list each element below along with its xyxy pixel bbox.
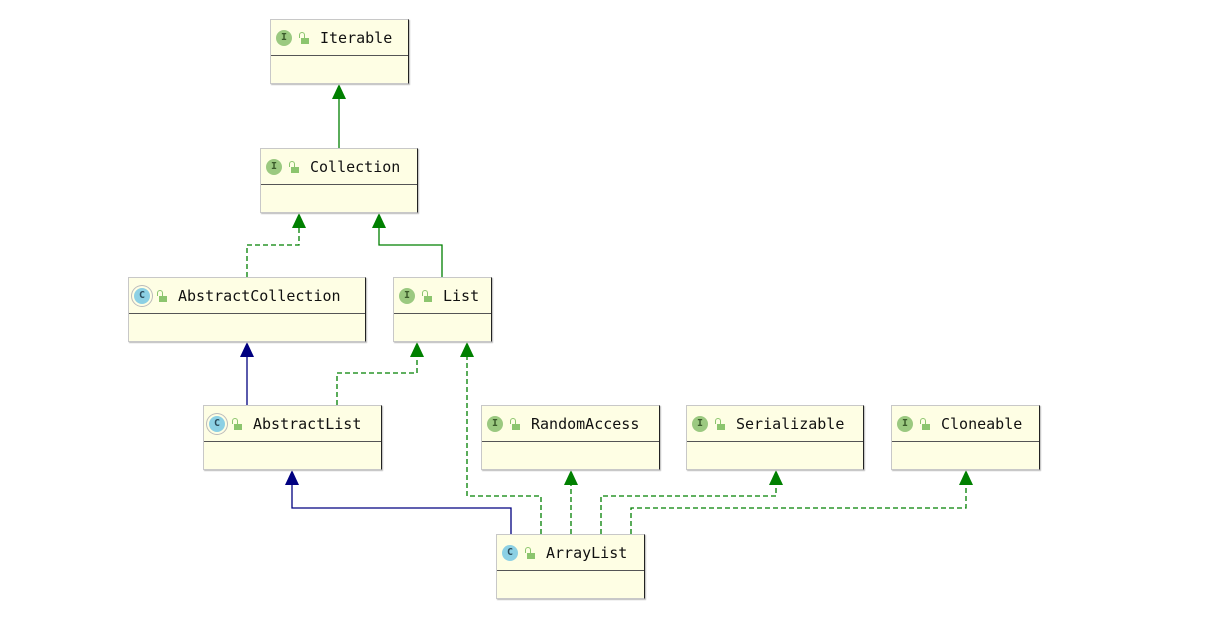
arrowhead-icon <box>372 213 386 228</box>
edge-abstractcollection-to-collection <box>246 213 306 277</box>
node-collection[interactable]: I Collection <box>260 148 418 213</box>
edge-abstractlist-to-list <box>336 342 424 405</box>
arrowhead-icon <box>769 470 783 485</box>
node-header: I List <box>394 278 491 314</box>
edge-list-to-collection <box>372 213 443 277</box>
node-abstractcollection[interactable]: C AbstractCollection <box>128 277 366 342</box>
node-abstractlist[interactable]: C AbstractList <box>203 405 382 470</box>
node-serializable[interactable]: I Serializable <box>686 405 864 470</box>
edge-line <box>246 227 300 277</box>
arrowhead-icon <box>410 342 424 357</box>
interface-icon: I <box>266 158 282 175</box>
edge-line <box>378 227 443 277</box>
public-lock-icon <box>298 31 310 44</box>
node-label: Cloneable <box>941 414 1023 433</box>
edge-arraylist-to-abstractlist <box>285 470 512 534</box>
edge-collection-to-iterable <box>332 84 346 148</box>
public-lock-icon <box>288 160 300 173</box>
node-label: AbstractList <box>253 414 362 433</box>
edge-abstractlist-to-abstractcollection <box>240 342 254 405</box>
public-lock-icon <box>509 417 521 430</box>
node-label: ArrayList <box>546 543 628 562</box>
edge-line <box>291 484 512 534</box>
abstract-class-icon: C <box>134 287 150 304</box>
node-label: List <box>443 286 480 305</box>
node-header: I Cloneable <box>892 406 1039 442</box>
node-label: AbstractCollection <box>178 286 341 305</box>
arrowhead-icon <box>240 342 254 357</box>
public-lock-icon <box>919 417 931 430</box>
abstract-class-icon: C <box>209 415 225 432</box>
node-header: C ArrayList <box>497 535 644 571</box>
arrowhead-icon <box>460 342 474 357</box>
edge-arraylist-to-cloneable <box>630 470 973 534</box>
node-label: Serializable <box>736 414 845 433</box>
interface-icon: I <box>399 287 415 304</box>
edge-line <box>630 484 967 534</box>
node-list[interactable]: I List <box>393 277 492 342</box>
edge-arraylist-to-serializable <box>600 470 783 534</box>
node-iterable[interactable]: I Iterable <box>270 19 409 84</box>
node-header: I Collection <box>261 149 417 185</box>
arrowhead-icon <box>959 470 973 485</box>
edge-line <box>336 356 418 405</box>
arrowhead-icon <box>285 470 299 485</box>
node-label: Collection <box>310 157 401 176</box>
interface-icon: I <box>897 415 913 432</box>
edge-line <box>600 484 777 534</box>
interface-icon: I <box>276 29 292 46</box>
arrowhead-icon <box>332 84 346 99</box>
node-header: C AbstractList <box>204 406 381 442</box>
node-label: RandomAccess <box>531 414 640 433</box>
interface-icon: I <box>692 415 708 432</box>
public-lock-icon <box>524 546 536 559</box>
node-cloneable[interactable]: I Cloneable <box>891 405 1040 470</box>
arrowhead-icon <box>292 213 306 228</box>
node-header: I RandomAccess <box>482 406 659 442</box>
public-lock-icon <box>156 289 168 302</box>
node-randomaccess[interactable]: I RandomAccess <box>481 405 660 470</box>
public-lock-icon <box>714 417 726 430</box>
node-header: C AbstractCollection <box>129 278 365 314</box>
arrowhead-icon <box>564 470 578 485</box>
node-header: I Serializable <box>687 406 863 442</box>
public-lock-icon <box>231 417 243 430</box>
edge-arraylist-to-randomaccess <box>564 470 578 534</box>
class-icon: C <box>502 544 518 561</box>
public-lock-icon <box>421 289 433 302</box>
node-header: I Iterable <box>271 20 408 56</box>
node-label: Iterable <box>320 28 393 47</box>
interface-icon: I <box>487 415 503 432</box>
node-arraylist[interactable]: C ArrayList <box>496 534 645 599</box>
